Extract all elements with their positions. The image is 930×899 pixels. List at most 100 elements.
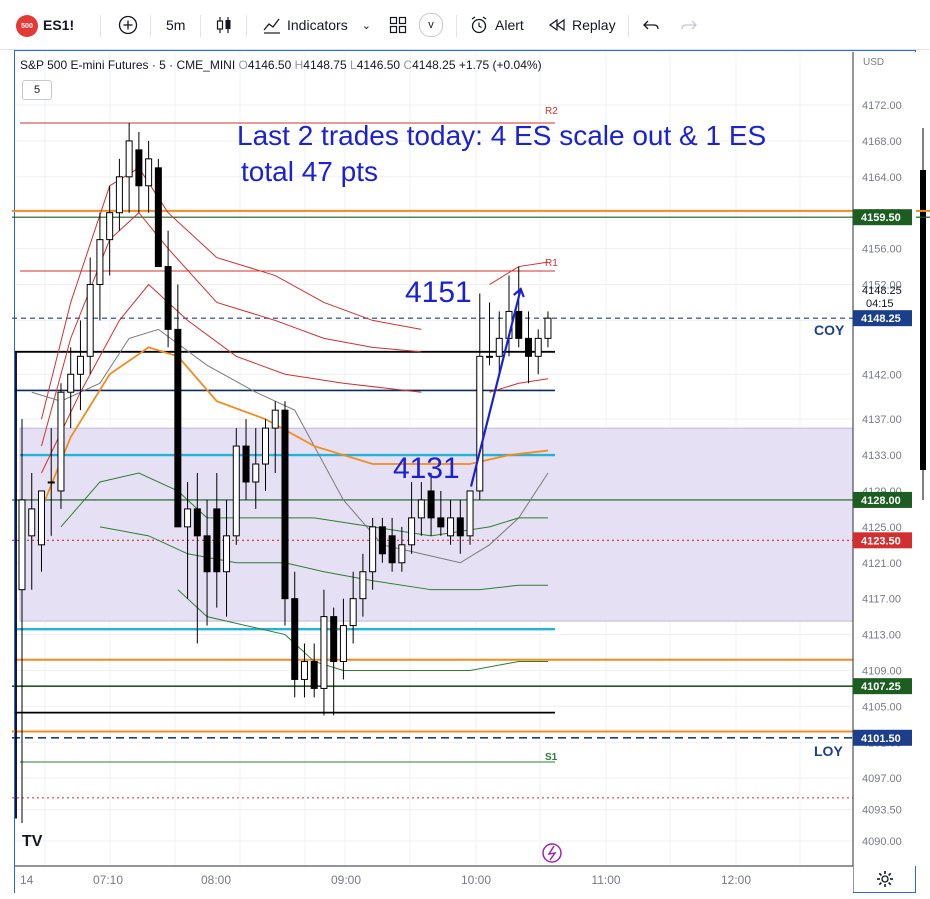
candle-body[interactable]: [476, 355, 484, 492]
gear-icon[interactable]: [876, 870, 894, 888]
candle-body[interactable]: [135, 149, 143, 187]
candle-body[interactable]: [106, 212, 114, 241]
price-badge-label: 4101.50: [861, 733, 901, 745]
candle-body[interactable]: [495, 337, 503, 357]
tradingview-logo[interactable]: TV: [22, 833, 42, 851]
candle-body[interactable]: [203, 535, 211, 573]
bar-countdown-label: 04:15: [866, 298, 894, 310]
candle-body[interactable]: [466, 490, 474, 537]
price-badge-label: 4128.00: [861, 495, 901, 507]
candle-body[interactable]: [164, 266, 172, 330]
price-tick-label: 4105.00: [862, 701, 902, 713]
candle-body[interactable]: [456, 517, 464, 537]
candle-body[interactable]: [37, 490, 45, 546]
candlestick-chart[interactable]: Last 2 trades today: 4 ES scale out & 1 …: [0, 0, 930, 899]
candle-body[interactable]: [184, 508, 192, 528]
legend-close-value: 4148.25: [412, 58, 456, 72]
r2-label: R2: [545, 106, 558, 117]
time-tick-label: 09:00: [331, 873, 361, 887]
price-tick-label: 4109.00: [862, 665, 902, 677]
price-badge-label: 4123.50: [861, 535, 901, 547]
candle-body[interactable]: [28, 508, 36, 537]
candle-body[interactable]: [125, 140, 133, 178]
price-tick-label: 4137.00: [862, 414, 902, 426]
candle-body[interactable]: [76, 355, 84, 375]
price-tick-label: 4164.00: [862, 172, 902, 184]
candle-body[interactable]: [369, 526, 377, 573]
time-tick-label: 12:00: [721, 873, 751, 887]
candle-body[interactable]: [145, 158, 153, 187]
candle-body[interactable]: [417, 499, 425, 519]
price-tick-label: 4172.00: [862, 100, 902, 112]
candle-body[interactable]: [437, 517, 445, 528]
candle-body[interactable]: [47, 481, 55, 484]
price-callout-4131: 4131: [393, 452, 460, 485]
candle-body[interactable]: [232, 445, 240, 537]
s1-label: S1: [545, 752, 558, 763]
candle-body[interactable]: [193, 508, 201, 537]
legend-open-value: 4146.50: [247, 58, 292, 72]
price-tick-label: 4168.00: [862, 136, 902, 148]
currency-label: USD: [863, 57, 884, 68]
price-tick-label: 4125.00: [862, 522, 902, 534]
candle-body[interactable]: [242, 445, 250, 483]
interval-badge[interactable]: 5: [22, 80, 52, 100]
time-tick-label: 07:10: [93, 873, 123, 887]
candle-body[interactable]: [154, 167, 162, 268]
candle-body[interactable]: [388, 535, 396, 564]
candle-body[interactable]: [408, 517, 416, 546]
candle-body[interactable]: [57, 391, 65, 492]
candle-body[interactable]: [291, 598, 299, 680]
candle-body[interactable]: [359, 571, 367, 600]
price-badge-label: 4159.50: [861, 212, 901, 224]
candle-body[interactable]: [486, 355, 494, 358]
time-tick-label: 11:00: [591, 873, 620, 887]
price-tick-label: 4117.00: [862, 594, 901, 606]
legend-low-value: 4146.50: [356, 58, 401, 72]
legend-low-key: L: [350, 58, 357, 72]
price-badge-label: 4148.25: [861, 313, 901, 325]
candle-body[interactable]: [262, 427, 269, 465]
coy-label: COY: [814, 322, 845, 338]
right-panel-candle: [920, 170, 926, 470]
candle-body[interactable]: [115, 176, 123, 214]
time-tick-label: 08:00: [201, 873, 231, 887]
candle-body[interactable]: [320, 616, 328, 689]
candle-body[interactable]: [300, 660, 308, 680]
candle-body[interactable]: [96, 239, 104, 286]
candle-body[interactable]: [252, 463, 260, 483]
loy-label: LOY: [814, 743, 843, 759]
candle-body[interactable]: [544, 317, 552, 339]
price-tick-label: 4156.00: [862, 244, 902, 256]
candle-body[interactable]: [281, 409, 289, 600]
candle-body[interactable]: [378, 526, 386, 555]
price-tick-label: 4093.50: [862, 805, 902, 817]
candle-body[interactable]: [174, 328, 182, 528]
candle-body[interactable]: [86, 284, 94, 357]
candle-body[interactable]: [310, 660, 318, 689]
headline-text-line-2: total 47 pts: [241, 156, 378, 187]
candle-body[interactable]: [534, 337, 542, 357]
candle-body[interactable]: [398, 544, 406, 564]
candle-body[interactable]: [213, 508, 221, 573]
legend-high-key: H: [294, 58, 304, 72]
price-callout-4151: 4151: [405, 276, 472, 309]
candle-body[interactable]: [271, 409, 279, 429]
candle-body[interactable]: [524, 337, 532, 357]
price-tick-label: 4142.00: [862, 369, 902, 381]
candle-body[interactable]: [330, 616, 338, 662]
candle-body[interactable]: [339, 625, 347, 662]
legend-title: S&P 500 E-mini Futures · 5 · CME_MINI: [20, 58, 236, 72]
candle-body[interactable]: [67, 373, 75, 393]
price-tick-label: 4090.00: [862, 836, 902, 848]
interval-badge-value: 5: [33, 84, 41, 96]
candle-body[interactable]: [447, 517, 455, 537]
candle-body[interactable]: [427, 490, 435, 519]
candle-body[interactable]: [223, 535, 231, 573]
legend-open-key: O: [238, 58, 248, 72]
price-tick-label: 4097.00: [862, 773, 902, 785]
price-tick-label: 4133.00: [862, 450, 902, 462]
candle-body[interactable]: [18, 499, 26, 591]
candle-body[interactable]: [515, 310, 523, 339]
candle-body[interactable]: [349, 598, 357, 627]
